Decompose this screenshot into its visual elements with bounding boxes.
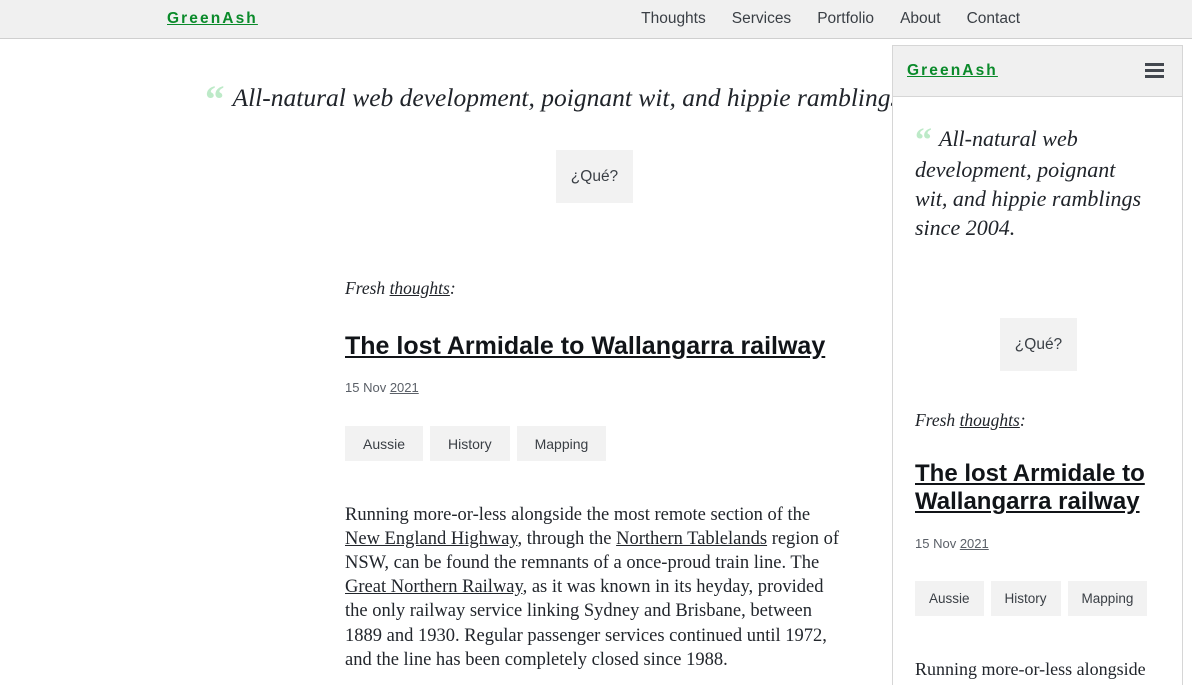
mobile-site-logo[interactable]: GreenAsh bbox=[907, 62, 998, 80]
hero-tagline: “ All-natural web development, poignant w… bbox=[205, 77, 892, 122]
post-date: 15 Nov 2021 bbox=[345, 380, 419, 395]
post-year-link[interactable]: 2021 bbox=[390, 380, 419, 395]
site-logo[interactable]: GreenAsh bbox=[167, 10, 258, 28]
mobile-tag-mapping[interactable]: Mapping bbox=[1067, 581, 1148, 616]
mobile-hero-tagline: “All-natural web development, poignant w… bbox=[915, 124, 1145, 242]
page-content: “ All-natural web development, poignant w… bbox=[0, 40, 892, 685]
mobile-post-date: 15 Nov 2021 bbox=[915, 536, 989, 551]
quote-mark-icon: “ bbox=[205, 78, 224, 121]
mobile-preview-panel: GreenAsh “All-natural web development, p… bbox=[892, 45, 1183, 685]
mobile-panel-scrollbar[interactable] bbox=[1175, 98, 1182, 685]
mobile-quote-mark-icon: “ bbox=[915, 122, 932, 159]
nav-item-contact[interactable]: Contact bbox=[967, 10, 1020, 28]
tag-history[interactable]: History bbox=[430, 426, 510, 461]
nav-item-thoughts[interactable]: Thoughts bbox=[641, 10, 706, 28]
post-excerpt: Running more-or-less alongside the most … bbox=[345, 503, 845, 672]
hamburger-icon[interactable] bbox=[1145, 63, 1164, 78]
mobile-fresh-suffix: : bbox=[1019, 410, 1026, 430]
mobile-fresh-thoughts-line: Fresh thoughts: bbox=[915, 410, 1026, 431]
que-button[interactable]: ¿Qué? bbox=[556, 150, 633, 203]
mobile-que-button[interactable]: ¿Qué? bbox=[1000, 318, 1077, 371]
post-title-link[interactable]: The lost Armidale to Wallangarra railway bbox=[345, 332, 825, 361]
mobile-post-date-text: 15 Nov bbox=[915, 536, 960, 551]
mobile-tag-history[interactable]: History bbox=[990, 581, 1061, 616]
mobile-hero-tagline-text: All-natural web development, poignant wi… bbox=[915, 126, 1142, 240]
thoughts-link[interactable]: thoughts bbox=[390, 278, 450, 298]
mobile-tag-aussie[interactable]: Aussie bbox=[915, 581, 984, 616]
great-northern-railway-link[interactable]: Great Northern Railway bbox=[345, 577, 523, 597]
excerpt-part-2: , through the bbox=[517, 528, 617, 549]
hamburger-line bbox=[1145, 75, 1164, 78]
mobile-post-year-link[interactable]: 2021 bbox=[960, 536, 989, 551]
nav-item-services[interactable]: Services bbox=[732, 10, 791, 28]
mobile-post-tag-list: Aussie History Mapping bbox=[915, 581, 1148, 616]
hamburger-line bbox=[1145, 69, 1164, 72]
post-date-text: 15 Nov bbox=[345, 380, 390, 395]
nav-item-portfolio[interactable]: Portfolio bbox=[817, 10, 874, 28]
mobile-post-title-link[interactable]: The lost Armidale to Wallangarra railway bbox=[915, 460, 1145, 516]
mobile-post-excerpt: Running more-or-less alongside the most … bbox=[915, 659, 1146, 685]
hamburger-line bbox=[1145, 63, 1164, 66]
tag-aussie[interactable]: Aussie bbox=[345, 426, 424, 461]
excerpt-part-1: Running more-or-less alongside the most … bbox=[345, 504, 811, 525]
tag-mapping[interactable]: Mapping bbox=[516, 426, 607, 461]
post-tag-list: Aussie History Mapping bbox=[345, 426, 607, 461]
mobile-fresh-prefix: Fresh bbox=[915, 410, 960, 430]
fresh-prefix: Fresh bbox=[345, 278, 390, 298]
mobile-thoughts-link[interactable]: thoughts bbox=[960, 410, 1020, 430]
site-header: GreenAsh Thoughts Services Portfolio Abo… bbox=[0, 0, 1192, 39]
mobile-header: GreenAsh bbox=[893, 46, 1182, 97]
nav-item-about[interactable]: About bbox=[900, 10, 941, 28]
northern-tablelands-link[interactable]: Northern Tablelands bbox=[616, 529, 767, 549]
hero-tagline-text: All-natural web development, poignant wi… bbox=[232, 83, 893, 112]
new-england-highway-link[interactable]: New England Highway bbox=[345, 529, 517, 549]
main-navigation: Thoughts Services Portfolio About Contac… bbox=[641, 10, 1020, 28]
fresh-suffix: : bbox=[449, 278, 456, 298]
fresh-thoughts-line: Fresh thoughts: bbox=[345, 278, 456, 299]
